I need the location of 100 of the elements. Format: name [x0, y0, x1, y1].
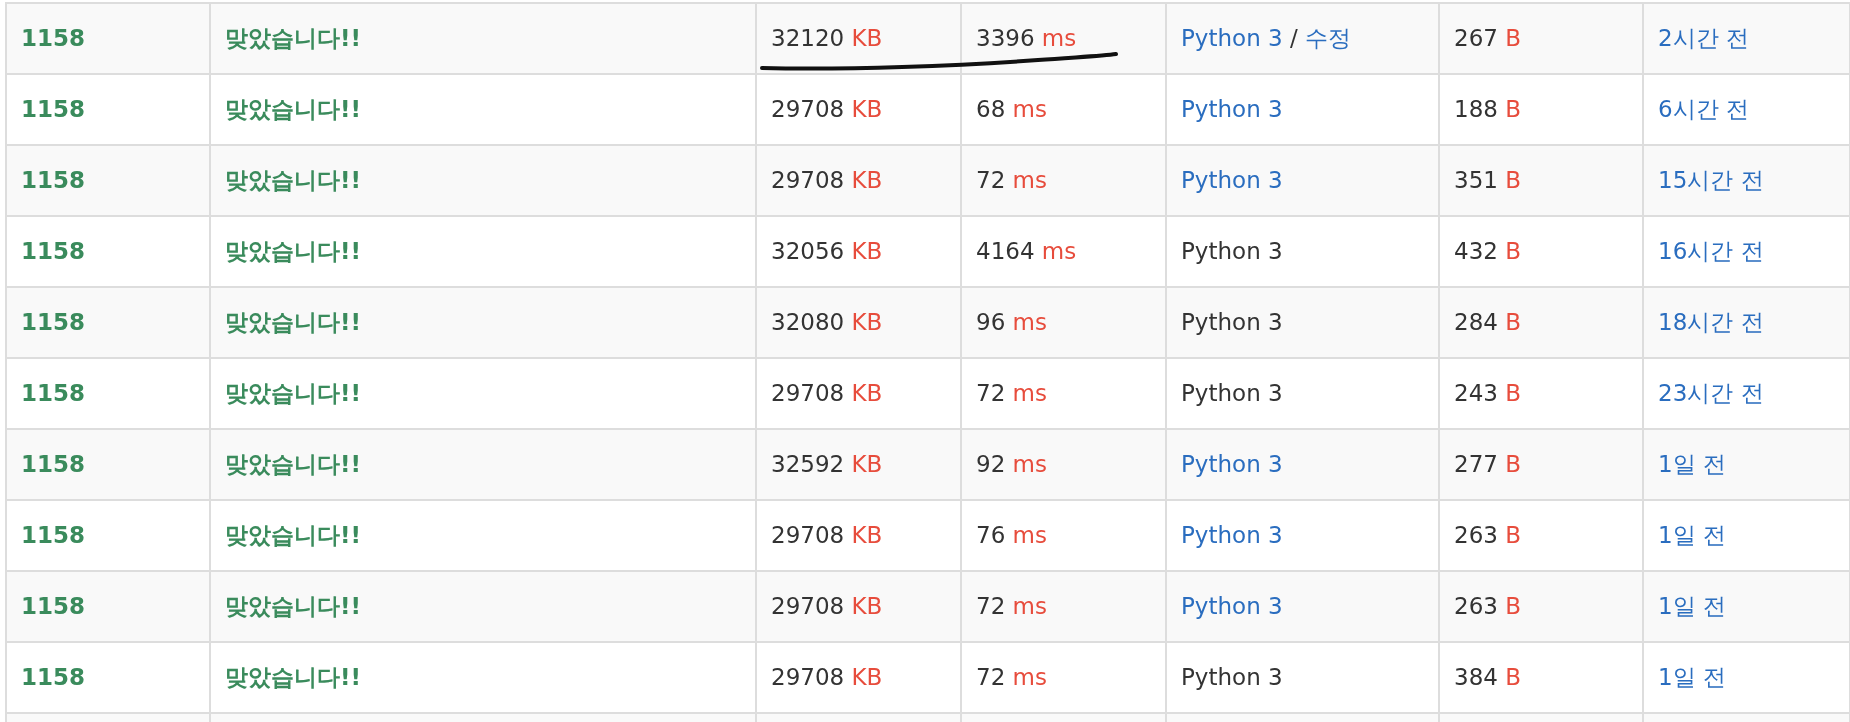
- submitted-time-link[interactable]: 15시간 전: [1658, 167, 1764, 194]
- unit-label: KB: [851, 664, 883, 691]
- unit-label: B: [1505, 309, 1521, 336]
- unit-label: ms: [1012, 593, 1047, 620]
- unit-label: KB: [851, 593, 883, 620]
- language-text: Python 3: [1181, 309, 1283, 336]
- problem-id-link[interactable]: 1158: [21, 664, 85, 691]
- language-text: Python 3: [1181, 238, 1283, 265]
- code-length-value: 263: [1454, 593, 1498, 620]
- unit-label: ms: [1012, 522, 1047, 549]
- submitted-time-link[interactable]: 1일 전: [1658, 664, 1726, 691]
- time-value: 72: [976, 664, 1006, 691]
- language-link[interactable]: Python 3: [1181, 167, 1283, 194]
- time-value: 4164: [976, 238, 1035, 265]
- code-length-value: 263: [1454, 522, 1498, 549]
- unit-label: ms: [1012, 380, 1047, 407]
- memory-value: 32120: [771, 25, 845, 52]
- time-value: 76: [976, 522, 1006, 549]
- result-status: 맞았습니다!!: [225, 451, 361, 478]
- unit-label: KB: [851, 309, 883, 336]
- memory-value: 32080: [771, 309, 845, 336]
- unit-label: KB: [851, 451, 883, 478]
- code-length-value: 284: [1454, 309, 1498, 336]
- separator-slash: /: [1290, 25, 1298, 52]
- unit-label: ms: [1041, 25, 1077, 52]
- language-link[interactable]: Python 3: [1181, 96, 1283, 123]
- unit-label: B: [1505, 380, 1521, 407]
- problem-id-link[interactable]: 1158: [21, 238, 85, 265]
- submitted-time-link[interactable]: 18시간 전: [1658, 309, 1764, 336]
- time-value: 72: [976, 167, 1006, 194]
- code-length-value: 432: [1454, 238, 1498, 265]
- result-status: 맞았습니다!!: [225, 664, 361, 691]
- problem-id-link[interactable]: 1158: [21, 309, 85, 336]
- unit-label: B: [1505, 96, 1521, 123]
- problem-id-link[interactable]: 1158: [21, 380, 85, 407]
- unit-label: B: [1505, 167, 1521, 194]
- problem-id-link[interactable]: 1158: [21, 451, 85, 478]
- unit-label: B: [1505, 451, 1521, 478]
- memory-value: 29708: [771, 380, 845, 407]
- unit-label: ms: [1012, 167, 1047, 194]
- language-link[interactable]: Python 3: [1181, 593, 1283, 620]
- unit-label: KB: [851, 380, 883, 407]
- memory-value: 29708: [771, 96, 845, 123]
- submitted-time-link[interactable]: 1일 전: [1658, 451, 1726, 478]
- time-value: 72: [976, 380, 1006, 407]
- result-status: 맞았습니다!!: [225, 309, 361, 336]
- submitted-time-link[interactable]: 2시간 전: [1658, 25, 1749, 52]
- unit-label: ms: [1012, 451, 1047, 478]
- submitted-time-link[interactable]: 1일 전: [1658, 593, 1726, 620]
- memory-value: 29708: [771, 522, 845, 549]
- unit-label: B: [1505, 238, 1521, 265]
- language-link[interactable]: Python 3: [1181, 451, 1283, 478]
- language-text: Python 3: [1181, 380, 1283, 407]
- time-value: 68: [976, 96, 1006, 123]
- unit-label: KB: [851, 238, 883, 265]
- edit-link[interactable]: 수정: [1305, 25, 1352, 52]
- submitted-time-link[interactable]: 1일 전: [1658, 522, 1726, 549]
- unit-label: B: [1505, 593, 1521, 620]
- code-length-value: 384: [1454, 664, 1498, 691]
- memory-value: 32592: [771, 451, 845, 478]
- problem-id-link[interactable]: 1158: [21, 96, 85, 123]
- code-length-value: 243: [1454, 380, 1498, 407]
- unit-label: B: [1505, 25, 1521, 52]
- result-status: 맞았습니다!!: [225, 380, 361, 407]
- time-value: 96: [976, 309, 1006, 336]
- code-length-value: 188: [1454, 96, 1498, 123]
- language-link[interactable]: Python 3: [1181, 522, 1283, 549]
- memory-value: 29708: [771, 664, 845, 691]
- result-status: 맞았습니다!!: [225, 96, 361, 123]
- result-status: 맞았습니다!!: [225, 522, 361, 549]
- submitted-time-link[interactable]: 6시간 전: [1658, 96, 1749, 123]
- time-value: 72: [976, 593, 1006, 620]
- result-status: 맞았습니다!!: [225, 238, 361, 265]
- language-text: Python 3: [1181, 664, 1283, 691]
- result-status: 맞았습니다!!: [225, 593, 361, 620]
- unit-label: KB: [851, 25, 883, 52]
- memory-value: 32056: [771, 238, 845, 265]
- unit-label: B: [1505, 664, 1521, 691]
- submitted-time-link[interactable]: 23시간 전: [1658, 380, 1764, 407]
- unit-label: KB: [851, 167, 883, 194]
- code-length-value: 267: [1454, 25, 1498, 52]
- code-length-value: 351: [1454, 167, 1498, 194]
- unit-label: B: [1505, 522, 1521, 549]
- time-value: 3396: [976, 25, 1035, 52]
- language-link[interactable]: Python 3: [1181, 25, 1283, 52]
- time-value: 92: [976, 451, 1006, 478]
- problem-id-link[interactable]: 1158: [21, 522, 85, 549]
- unit-label: ms: [1012, 664, 1047, 691]
- unit-label: KB: [851, 96, 883, 123]
- unit-label: ms: [1041, 238, 1077, 265]
- memory-value: 29708: [771, 593, 845, 620]
- problem-id-link[interactable]: 1158: [21, 167, 85, 194]
- submitted-time-link[interactable]: 16시간 전: [1658, 238, 1764, 265]
- problem-id-link[interactable]: 1158: [21, 593, 85, 620]
- result-status: 맞았습니다!!: [225, 167, 361, 194]
- result-status: 맞았습니다!!: [225, 25, 361, 52]
- unit-label: ms: [1012, 309, 1047, 336]
- memory-value: 29708: [771, 167, 845, 194]
- problem-id-link[interactable]: 1158: [21, 25, 85, 52]
- code-length-value: 277: [1454, 451, 1498, 478]
